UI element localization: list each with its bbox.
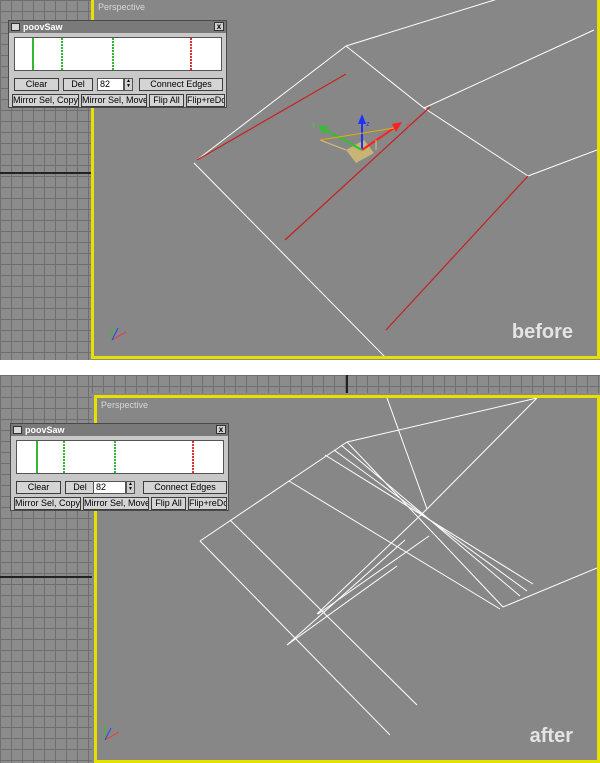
rollout-title: poovSaw bbox=[23, 22, 63, 32]
after-caption: after bbox=[529, 725, 573, 747]
close-button[interactable]: x bbox=[216, 425, 226, 434]
del-button[interactable]: Del bbox=[63, 78, 93, 91]
gizmo-z-label: z bbox=[366, 121, 370, 128]
connect-edges-button[interactable]: Connect Edges bbox=[143, 481, 227, 494]
slider-tick-selected[interactable] bbox=[192, 441, 194, 473]
rollout-titlebar[interactable]: poovSaw x bbox=[9, 21, 226, 33]
axis-tripod-icon bbox=[111, 326, 127, 341]
close-button[interactable]: x bbox=[214, 22, 224, 31]
axis-tripod-icon bbox=[104, 726, 120, 741]
tool-icon bbox=[11, 23, 20, 31]
amount-spinner[interactable]: 82 bbox=[97, 78, 124, 91]
saw-position-slider[interactable] bbox=[14, 37, 222, 71]
connect-edges-button[interactable]: Connect Edges bbox=[139, 78, 223, 91]
clear-button[interactable]: Clear bbox=[14, 78, 59, 91]
flip-all-button[interactable]: Flip All bbox=[151, 497, 186, 510]
mirror-copy-button[interactable]: Mirror Sel, Copy bbox=[12, 94, 79, 107]
slider-tick[interactable] bbox=[36, 441, 38, 473]
slider-tick[interactable] bbox=[32, 38, 34, 70]
poovsaw-rollout: poovSaw x Clear Del 82 ▲ ▼ Connect Edges … bbox=[10, 423, 229, 511]
del-button[interactable]: Del bbox=[65, 481, 95, 494]
poovsaw-rollout: poovSaw x Clear Del 82 ▲ ▼ Connect Edges … bbox=[8, 20, 227, 108]
amount-spinner[interactable]: 82 bbox=[93, 481, 126, 494]
grid-axis-line bbox=[346, 375, 348, 393]
top-viewport-grid[interactable] bbox=[92, 375, 600, 393]
rollout-titlebar[interactable]: poovSaw x bbox=[11, 424, 228, 436]
spinner-arrows-icon[interactable]: ▲ ▼ bbox=[126, 481, 135, 494]
saw-position-slider[interactable] bbox=[16, 440, 224, 474]
flip-all-button[interactable]: Flip All bbox=[149, 94, 184, 107]
slider-tick[interactable] bbox=[61, 38, 63, 70]
gizmo-x-label: x bbox=[406, 122, 410, 129]
flip-redo-button[interactable]: Flip+reDo bbox=[188, 497, 227, 510]
mirror-copy-button[interactable]: Mirror Sel, Copy bbox=[14, 497, 81, 510]
clear-button[interactable]: Clear bbox=[16, 481, 61, 494]
gizmo-y-label: y bbox=[312, 122, 316, 129]
grid-axis-line bbox=[0, 172, 92, 174]
slider-tick[interactable] bbox=[114, 441, 116, 473]
rollout-title: poovSaw bbox=[25, 425, 65, 435]
after-panel: Perspective after poovSaw x Clear Del 82… bbox=[0, 375, 600, 763]
spinner-arrows-icon[interactable]: ▲ ▼ bbox=[124, 78, 133, 91]
before-panel: Perspective z x y before poovSaw x Clear… bbox=[0, 0, 600, 360]
flip-redo-button[interactable]: Flip+reDo bbox=[186, 94, 225, 107]
mirror-move-button[interactable]: Mirror Sel, Move bbox=[83, 497, 149, 510]
slider-tick[interactable] bbox=[63, 441, 65, 473]
tool-icon bbox=[13, 426, 22, 434]
slider-tick-selected[interactable] bbox=[190, 38, 192, 70]
before-caption: before bbox=[511, 321, 573, 343]
mirror-move-button[interactable]: Mirror Sel, Move bbox=[81, 94, 147, 107]
grid-axis-line bbox=[0, 576, 92, 578]
slider-tick[interactable] bbox=[112, 38, 114, 70]
